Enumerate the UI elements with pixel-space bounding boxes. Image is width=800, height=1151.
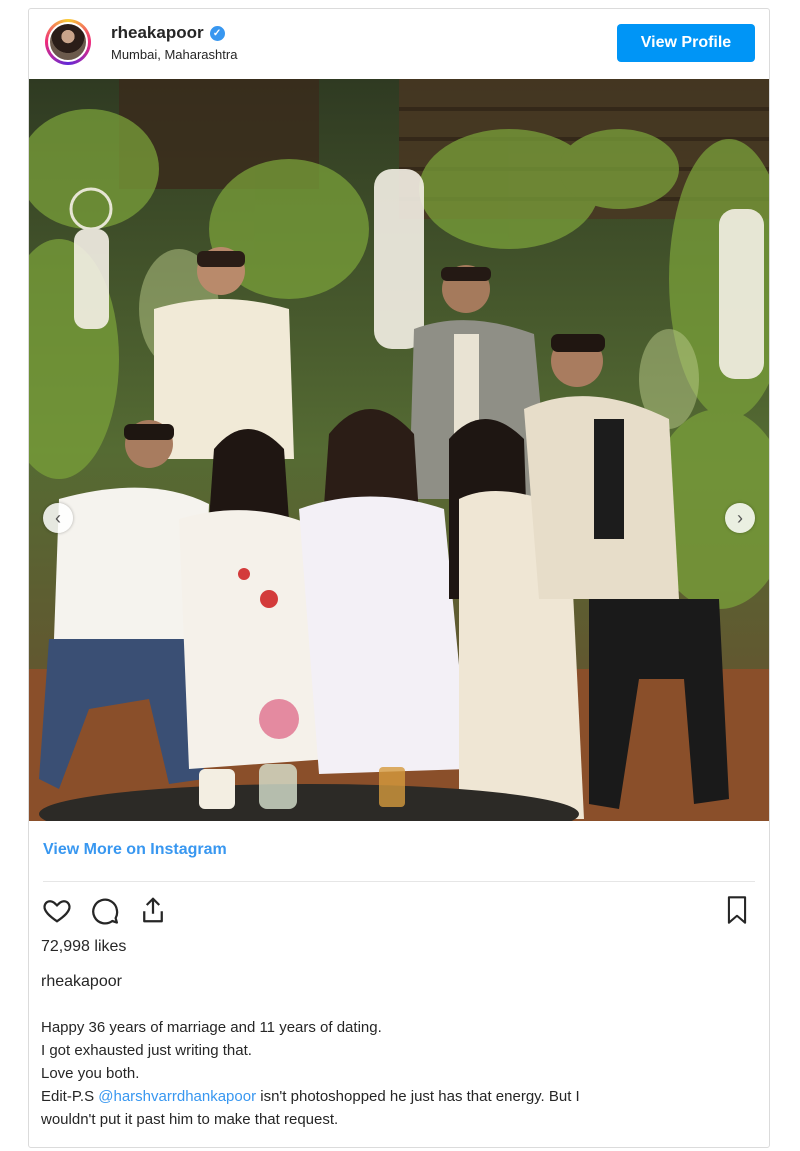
view-more-link[interactable]: View More on Instagram bbox=[43, 841, 227, 859]
group-photo-image bbox=[29, 79, 769, 821]
likes-count[interactable]: 72,998 likes bbox=[41, 938, 126, 956]
caption-line: Love you both. bbox=[41, 1065, 140, 1082]
caption-line: Happy 36 years of marriage and 11 years … bbox=[41, 1019, 382, 1036]
chevron-right-icon[interactable]: › bbox=[725, 503, 755, 533]
location-link[interactable]: Mumbai, Maharashtra bbox=[111, 47, 237, 62]
post-header: rheakapoor ✓ Mumbai, Maharashtra View Pr… bbox=[29, 9, 769, 79]
view-profile-button[interactable]: View Profile bbox=[617, 24, 755, 62]
action-bar bbox=[41, 894, 169, 926]
heart-icon[interactable] bbox=[41, 894, 73, 926]
username-link[interactable]: rheakapoor bbox=[111, 23, 204, 43]
divider bbox=[43, 881, 755, 882]
caption-line: wouldn't put it past him to make that re… bbox=[41, 1111, 339, 1128]
instagram-embed-card: rheakapoor ✓ Mumbai, Maharashtra View Pr… bbox=[28, 8, 770, 1148]
caption-username[interactable]: rheakapoor bbox=[41, 973, 122, 991]
avatar-ring[interactable] bbox=[45, 19, 91, 65]
comment-icon[interactable] bbox=[89, 894, 121, 926]
bookmark-icon[interactable] bbox=[721, 894, 753, 926]
caption: Happy 36 years of marriage and 11 years … bbox=[41, 1016, 756, 1131]
caption-edit-line: Edit-P.S @harshvarrdhankapoor isn't phot… bbox=[41, 1085, 756, 1108]
mention-link[interactable]: @harshvarrdhankapoor bbox=[98, 1088, 256, 1105]
caption-edit-suffix: isn't photoshopped he just has that ener… bbox=[256, 1088, 580, 1105]
post-photo[interactable]: ‹ › bbox=[29, 79, 769, 821]
chevron-left-icon[interactable]: ‹ bbox=[43, 503, 73, 533]
verified-badge-icon: ✓ bbox=[209, 25, 225, 41]
username-row: rheakapoor ✓ bbox=[111, 23, 225, 43]
caption-line: I got exhausted just writing that. bbox=[41, 1042, 252, 1059]
caption-edit-prefix: Edit-P.S bbox=[41, 1088, 99, 1105]
share-icon[interactable] bbox=[137, 894, 169, 926]
avatar[interactable] bbox=[48, 22, 88, 62]
